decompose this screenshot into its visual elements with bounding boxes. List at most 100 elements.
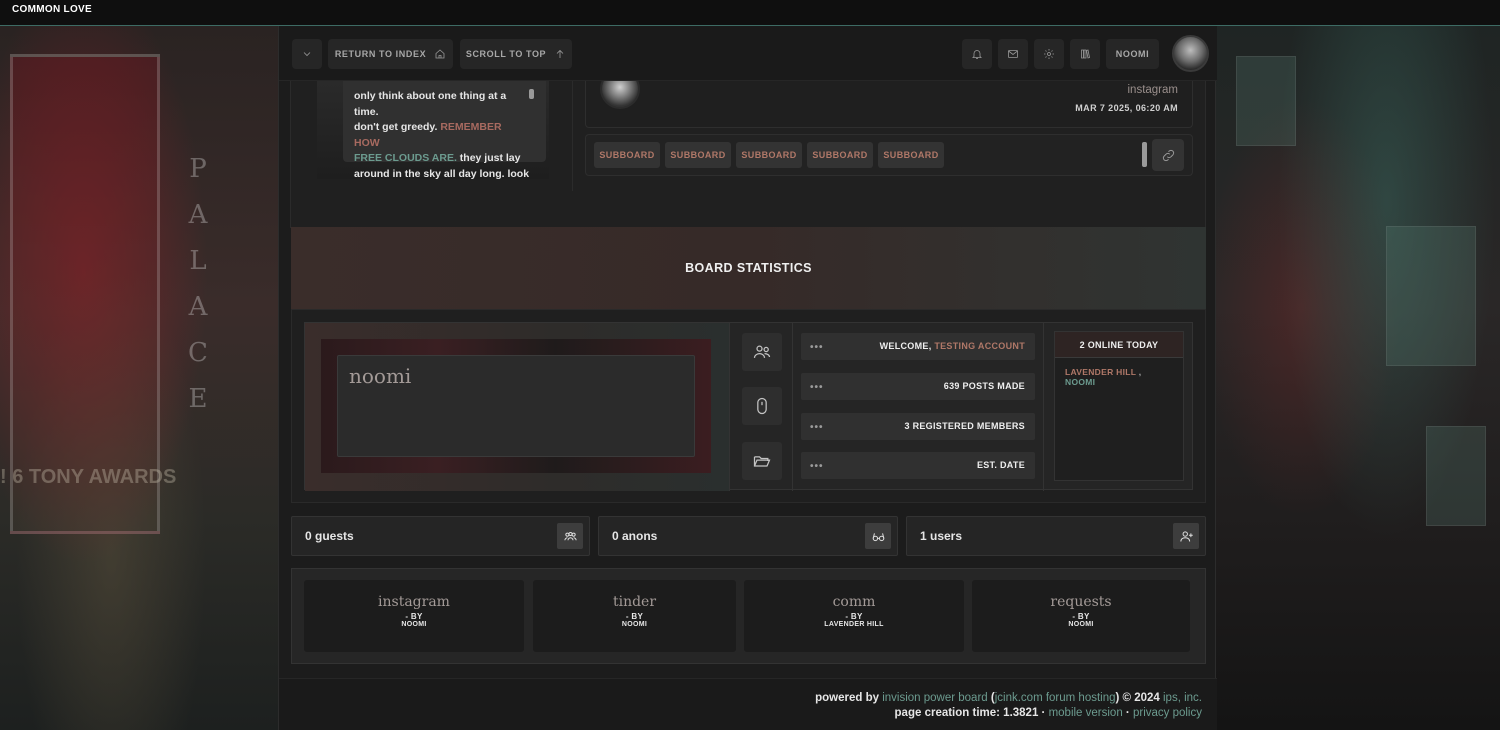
affiliate-card[interactable]: tinder - BY NOOMI bbox=[533, 580, 736, 652]
return-to-index-button[interactable]: RETURN TO INDEX bbox=[328, 39, 453, 69]
return-to-index-label: RETURN TO INDEX bbox=[334, 49, 427, 59]
affiliate-name: tinder bbox=[612, 594, 657, 610]
footer: powered by invision power board (jcink.c… bbox=[279, 678, 1217, 730]
footer-meta: page creation time: 1.3821 · mobile vers… bbox=[894, 707, 1202, 719]
ips-link[interactable]: ips, inc. bbox=[1163, 692, 1202, 704]
scroll-to-top-button[interactable]: SCROLL TO TOP bbox=[460, 39, 572, 69]
est-date: EST. DATE bbox=[976, 460, 1025, 470]
quote-card: only think about one thing at a time. do… bbox=[343, 81, 546, 180]
folder-open-icon bbox=[753, 456, 771, 467]
chevron-down-icon bbox=[303, 52, 311, 57]
anons-button[interactable] bbox=[865, 523, 891, 549]
background-billboard bbox=[1426, 426, 1486, 526]
background-billboard bbox=[1236, 56, 1296, 146]
mobile-version-link[interactable]: mobile version bbox=[1049, 707, 1123, 719]
mouse-icon bbox=[757, 397, 767, 415]
affiliate-owner: NOOMI bbox=[621, 621, 648, 628]
background-right-photo bbox=[1216, 26, 1500, 730]
subboard-link[interactable]: SUBBOARD bbox=[878, 142, 944, 168]
ipb-link[interactable]: invision power board bbox=[882, 692, 987, 704]
settings-button[interactable] bbox=[1034, 39, 1064, 69]
top-bar: COMMON LOVE bbox=[0, 0, 1500, 26]
quote-line: FREE CLOUDS ARE. they just lay bbox=[354, 152, 521, 164]
folder-button[interactable] bbox=[742, 442, 782, 480]
registered-members: 3 REGISTERED MEMBERS bbox=[904, 421, 1025, 431]
affiliate-card[interactable]: requests - BY NOOMI bbox=[972, 580, 1190, 652]
banner-username: noomi bbox=[349, 364, 412, 388]
online-today-column: 2 ONLINE TODAY LAVENDER HILL , NOOMI bbox=[1043, 323, 1194, 491]
affiliate-by: - BY bbox=[1072, 612, 1090, 621]
stats-panel: noomi ••• WELCOME, TESTING ACCOUNT ••• 6… bbox=[304, 322, 1194, 491]
subboard-scrollbar[interactable] bbox=[1142, 142, 1147, 167]
subboard-list: SUBBOARD SUBBOARD SUBBOARD SUBBOARD SUBB… bbox=[585, 134, 1193, 176]
mouse-button[interactable] bbox=[742, 387, 782, 425]
subboard-link[interactable]: SUBBOARD bbox=[736, 142, 802, 168]
post-meta: instagram MAR 7 2025, 06:20 AM bbox=[585, 69, 1193, 128]
affiliate-by: - BY bbox=[845, 612, 863, 621]
site-title[interactable]: COMMON LOVE bbox=[12, 4, 92, 15]
users-button[interactable] bbox=[1173, 523, 1199, 549]
group-icon bbox=[563, 531, 577, 540]
registered-members-row: ••• 3 REGISTERED MEMBERS bbox=[801, 413, 1035, 440]
affiliate-by: - BY bbox=[405, 612, 423, 621]
posts-made-row: ••• 639 POSTS MADE bbox=[801, 373, 1035, 400]
affiliate-name: requests bbox=[1050, 594, 1112, 610]
banner-card: noomi bbox=[337, 355, 695, 457]
user-menu-button[interactable]: NOOMI bbox=[1106, 39, 1159, 69]
quote-line: don't get greedy. REMEMBER HOW bbox=[354, 121, 502, 149]
dots-icon: ••• bbox=[810, 342, 824, 353]
guests-button[interactable] bbox=[557, 523, 583, 549]
dots-icon: ••• bbox=[810, 422, 824, 433]
collapse-button[interactable] bbox=[292, 39, 322, 69]
members-button[interactable] bbox=[742, 333, 782, 371]
subboard-link[interactable]: SUBBOARD bbox=[665, 142, 731, 168]
affiliate-card[interactable]: instagram - BY NOOMI bbox=[304, 580, 524, 652]
welcome-prefix: WELCOME, bbox=[879, 341, 932, 351]
link-button[interactable] bbox=[1152, 139, 1184, 171]
gear-icon bbox=[1044, 49, 1054, 59]
member-banner: noomi bbox=[305, 323, 729, 491]
quote-line: around in the sky all day long. look bbox=[354, 167, 530, 180]
online-today-box: 2 ONLINE TODAY LAVENDER HILL , NOOMI bbox=[1054, 331, 1184, 481]
welcome-username[interactable]: TESTING ACCOUNT bbox=[934, 341, 1025, 351]
banner-image: noomi bbox=[321, 339, 711, 473]
post-date: MAR 7 2025, 06:20 AM bbox=[1075, 103, 1178, 113]
affiliate-name: instagram bbox=[378, 594, 450, 610]
background-poster-text: ! 6 TONY AWARDS bbox=[0, 466, 177, 488]
affiliate-list: instagram - BY NOOMI tinder - BY NOOMI c… bbox=[291, 568, 1206, 664]
scroll-to-top-label: SCROLL TO TOP bbox=[465, 49, 547, 59]
footer-credits: powered by invision power board (jcink.c… bbox=[815, 692, 1202, 704]
directory-button[interactable] bbox=[1070, 39, 1100, 69]
arrow-up-icon bbox=[556, 49, 564, 58]
quote-scrollbar[interactable] bbox=[529, 89, 534, 99]
board-statistics: noomi ••• WELCOME, TESTING ACCOUNT ••• 6… bbox=[291, 309, 1206, 503]
subboard-link[interactable]: SUBBOARD bbox=[594, 142, 660, 168]
quote-line: only think about one thing at a time. bbox=[354, 90, 507, 118]
anons-count: 0 anons bbox=[612, 529, 658, 543]
est-date-row: ••• EST. DATE bbox=[801, 452, 1035, 479]
online-user-link[interactable]: LAVENDER HILL bbox=[1065, 367, 1136, 377]
dots-icon: ••• bbox=[810, 461, 824, 472]
avatar[interactable] bbox=[1172, 35, 1209, 72]
user-plus-icon bbox=[1179, 530, 1193, 542]
welcome-row: ••• WELCOME, TESTING ACCOUNT bbox=[801, 333, 1035, 360]
jcink-link[interactable]: jcink.com forum hosting bbox=[995, 692, 1116, 704]
home-icon bbox=[435, 49, 445, 59]
notifications-button[interactable] bbox=[962, 39, 992, 69]
online-today-title: 2 ONLINE TODAY bbox=[1055, 332, 1183, 358]
mail-icon bbox=[1008, 50, 1018, 58]
forum-link[interactable]: instagram bbox=[1128, 84, 1179, 96]
affiliate-card[interactable]: comm - BY LAVENDER HILL bbox=[744, 580, 964, 652]
online-user-link[interactable]: NOOMI bbox=[1065, 377, 1095, 387]
post-container: only think about one thing at a time. do… bbox=[290, 69, 1206, 228]
background-left-photo: P A L A C E ! 6 TONY AWARDS bbox=[0, 26, 278, 730]
background-poster bbox=[10, 54, 160, 534]
affiliate-owner: NOOMI bbox=[401, 621, 427, 628]
privacy-policy-link[interactable]: privacy policy bbox=[1133, 707, 1202, 719]
affiliate-name: comm bbox=[832, 594, 876, 610]
bell-icon bbox=[972, 50, 982, 59]
subboard-link[interactable]: SUBBOARD bbox=[807, 142, 873, 168]
messages-button[interactable] bbox=[998, 39, 1028, 69]
background-billboard bbox=[1386, 226, 1476, 366]
affiliate-by: - BY bbox=[625, 612, 644, 621]
